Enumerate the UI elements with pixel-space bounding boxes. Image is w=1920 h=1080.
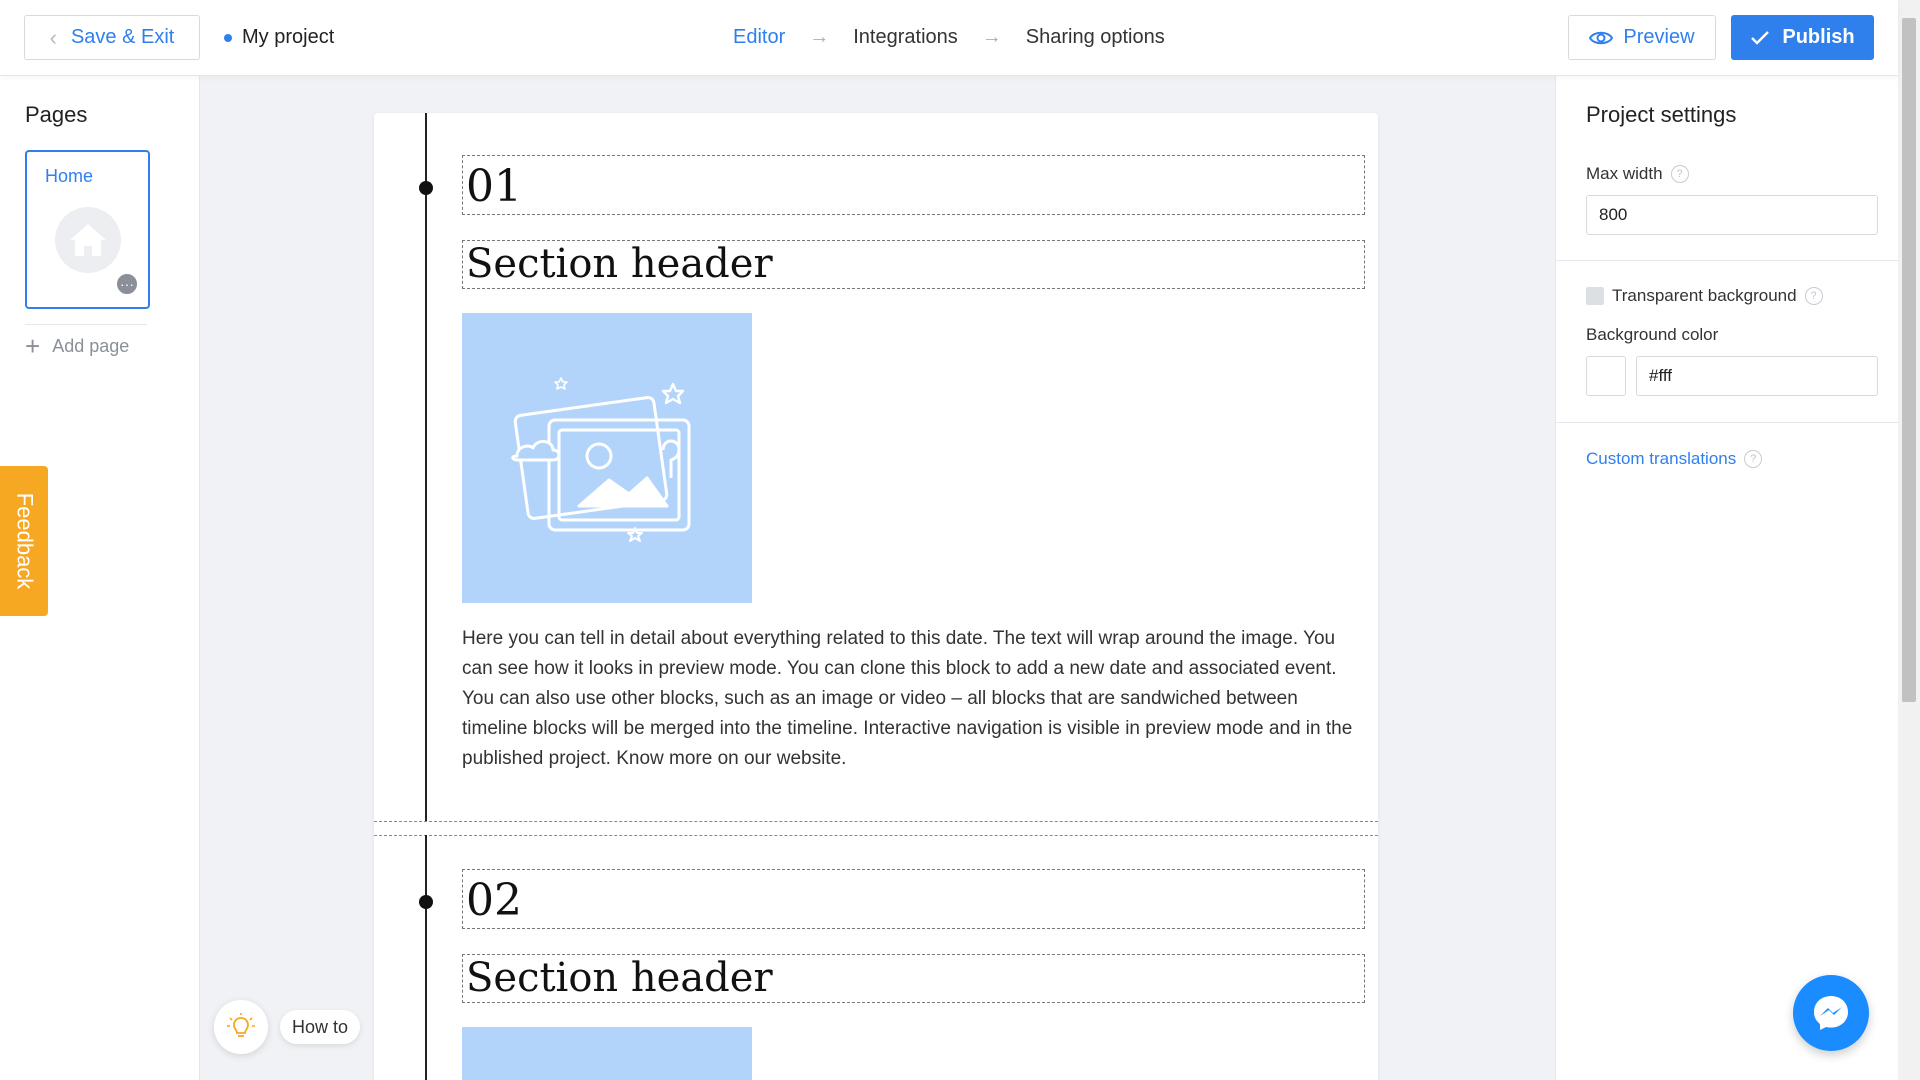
plus-icon: + xyxy=(25,331,41,361)
divider xyxy=(1556,422,1899,423)
divider xyxy=(25,324,147,325)
feedback-label: Feedback xyxy=(12,492,37,590)
arrow-right-icon: → xyxy=(809,26,830,48)
timeline-dot xyxy=(419,181,433,195)
max-width-label-text: Max width xyxy=(1586,164,1663,183)
add-page-label: Add page xyxy=(52,336,130,356)
preview-button[interactable]: Preview xyxy=(1568,15,1716,60)
date-block[interactable] xyxy=(462,869,1365,929)
timeline-date: 02 xyxy=(466,875,522,926)
workflow-steps: Editor → Integrations → Sharing options xyxy=(733,26,1165,49)
timeline-line xyxy=(425,113,427,821)
project-settings-panel: Project settings Max width ? Transparent… xyxy=(1555,76,1899,1080)
transparent-background-label: Transparent background xyxy=(1612,286,1797,305)
background-color-label: Background color xyxy=(1586,325,1718,345)
pages-title: Pages xyxy=(25,102,88,127)
home-icon xyxy=(55,207,121,273)
section-header: Section header xyxy=(466,955,773,1001)
block-separator xyxy=(374,821,1378,822)
save-exit-button[interactable]: ‹ Save & Exit xyxy=(24,15,200,60)
messenger-icon xyxy=(1814,996,1848,1030)
status-dot xyxy=(224,33,232,42)
publish-button[interactable]: Publish xyxy=(1731,15,1874,60)
scrollbar-thumb[interactable] xyxy=(1902,18,1916,702)
preview-label: Preview xyxy=(1623,26,1695,48)
publish-label: Publish xyxy=(1782,26,1855,48)
feedback-tab[interactable]: Feedback xyxy=(0,466,48,616)
how-to-button[interactable]: How to xyxy=(214,1000,361,1054)
editor-canvas: 01 Section header Here you can tell in d… xyxy=(374,113,1378,1080)
lightbulb-icon xyxy=(214,1000,268,1054)
image-placeholder-icon xyxy=(511,377,691,542)
transparent-background-checkbox[interactable] xyxy=(1586,287,1604,305)
checkmark-icon xyxy=(1751,30,1770,45)
color-swatch[interactable] xyxy=(1586,356,1626,396)
timeline-date: 01 xyxy=(466,161,522,212)
section-header: Section header xyxy=(466,241,773,287)
eye-icon xyxy=(1589,31,1614,44)
add-page-button[interactable]: + Add page xyxy=(25,331,129,362)
divider xyxy=(1556,260,1899,261)
timeline-dot xyxy=(419,895,433,909)
background-color-label-text: Background color xyxy=(1586,325,1719,344)
background-color-input[interactable] xyxy=(1636,356,1878,396)
question-icon[interactable]: ? xyxy=(1744,450,1763,468)
project-name[interactable]: My project xyxy=(224,26,334,49)
question-icon[interactable]: ? xyxy=(1670,165,1689,183)
arrow-right-icon: → xyxy=(981,26,1002,48)
project-name-label: My project xyxy=(242,26,335,48)
image-placeholder[interactable] xyxy=(462,313,752,603)
top-bar: ‹ Save & Exit My project Editor → Integr… xyxy=(0,0,1898,76)
page-thumbnail-home[interactable]: Home ··· xyxy=(25,150,150,309)
panel-title: Project settings xyxy=(1586,102,1737,127)
chevron-left-icon: ‹ xyxy=(49,24,57,50)
page-label: Home xyxy=(45,166,94,186)
image-placeholder[interactable] xyxy=(462,1027,752,1080)
custom-translations-link[interactable]: Custom translations ? xyxy=(1586,449,1763,469)
more-dots-icon[interactable]: ··· xyxy=(115,272,139,296)
messenger-chat-button[interactable] xyxy=(1793,975,1869,1051)
save-exit-label: Save & Exit xyxy=(70,26,175,48)
max-width-input[interactable] xyxy=(1586,195,1878,235)
transparent-background-row[interactable]: Transparent background ? xyxy=(1586,286,1823,306)
custom-translations-label: Custom translations xyxy=(1586,449,1737,468)
block-body-text[interactable]: Here you can tell in detail about everyt… xyxy=(462,624,1367,774)
step-editor[interactable]: Editor xyxy=(733,26,785,49)
timeline-line xyxy=(425,835,427,1080)
date-block[interactable] xyxy=(462,155,1365,215)
question-icon[interactable]: ? xyxy=(1804,287,1823,305)
step-integrations[interactable]: Integrations xyxy=(853,26,958,49)
step-sharing-options[interactable]: Sharing options xyxy=(1026,26,1165,49)
block-separator xyxy=(374,835,1378,836)
max-width-label: Max width ? xyxy=(1586,164,1689,184)
how-to-label: How to xyxy=(280,1010,361,1044)
